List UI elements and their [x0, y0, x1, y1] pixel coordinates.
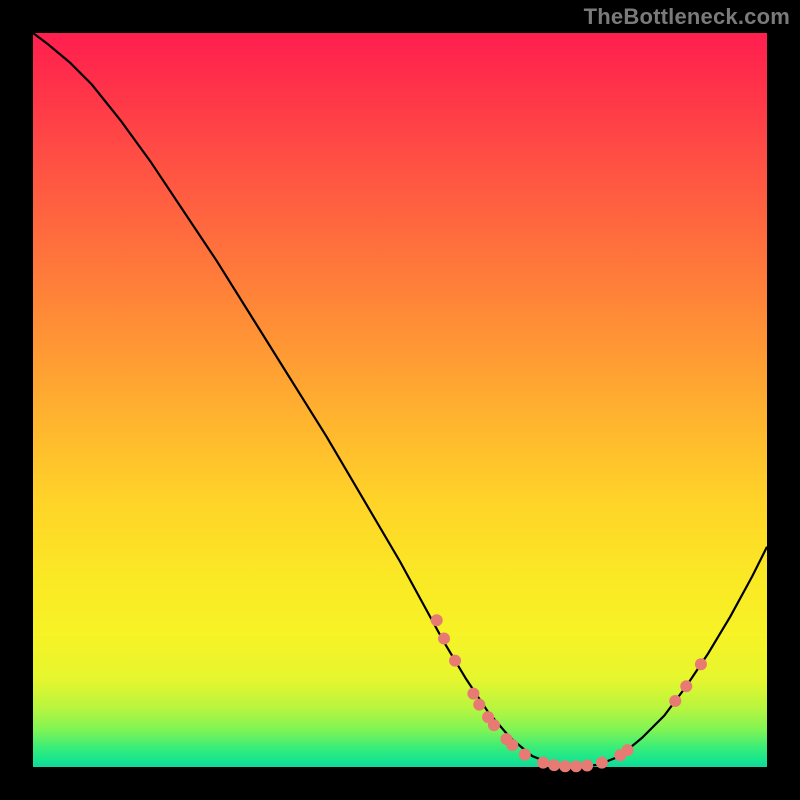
curve-marker [596, 757, 608, 769]
curve-marker [669, 695, 681, 707]
chart-frame: TheBottleneck.com [0, 0, 800, 800]
curve-markers [431, 614, 707, 772]
curve-marker [467, 688, 479, 700]
curve-marker [431, 614, 443, 626]
curve-svg [33, 33, 767, 767]
curve-marker [506, 739, 518, 751]
curve-marker [438, 633, 450, 645]
curve-marker [622, 744, 634, 756]
curve-marker [680, 680, 692, 692]
curve-marker [570, 760, 582, 772]
plot-area [33, 33, 767, 767]
bottleneck-curve [33, 33, 767, 767]
curve-marker [473, 699, 485, 711]
curve-marker [695, 658, 707, 670]
curve-marker [548, 759, 560, 771]
curve-marker [559, 760, 571, 772]
curve-marker [449, 655, 461, 667]
watermark-text: TheBottleneck.com [584, 4, 790, 30]
curve-marker [488, 719, 500, 731]
curve-marker [519, 749, 531, 761]
curve-marker [537, 757, 549, 769]
curve-marker [581, 760, 593, 772]
